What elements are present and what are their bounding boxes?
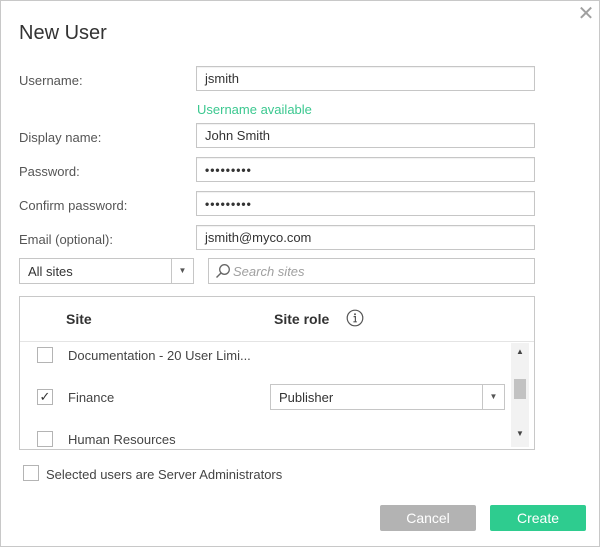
create-button[interactable]: Create bbox=[490, 505, 586, 531]
site-name: Documentation - 20 User Limi... bbox=[68, 348, 251, 363]
site-row[interactable]: Human Resources bbox=[20, 425, 510, 453]
username-label: Username: bbox=[19, 73, 83, 88]
site-role-value: Publisher bbox=[279, 390, 334, 405]
close-icon[interactable]: ✕ bbox=[577, 4, 595, 24]
sites-table-header: Site Site role bbox=[20, 297, 534, 342]
site-row[interactable]: ✓ Finance Publisher ▼ bbox=[20, 383, 510, 411]
scroll-down-icon[interactable]: ▼ bbox=[511, 427, 529, 441]
cancel-button[interactable]: Cancel bbox=[380, 505, 476, 531]
password-field[interactable]: ••••••••• bbox=[196, 157, 535, 182]
column-site: Site bbox=[66, 311, 92, 327]
scroll-up-icon[interactable]: ▲ bbox=[511, 345, 529, 359]
confirm-password-field[interactable]: ••••••••• bbox=[196, 191, 535, 216]
confirm-password-label: Confirm password: bbox=[19, 198, 128, 213]
email-label: Email (optional): bbox=[19, 232, 113, 247]
site-name: Human Resources bbox=[68, 432, 176, 447]
new-user-dialog: ✕ New User Username: jsmith Username ava… bbox=[0, 0, 600, 547]
site-role-select[interactable]: Publisher ▼ bbox=[270, 384, 505, 410]
chevron-down-icon[interactable]: ▼ bbox=[482, 385, 504, 409]
sites-filter-select[interactable]: All sites ▼ bbox=[19, 258, 194, 284]
sites-table: Site Site role Documentation - 20 User L… bbox=[19, 296, 535, 450]
chevron-down-icon[interactable]: ▼ bbox=[171, 259, 193, 283]
password-label: Password: bbox=[19, 164, 80, 179]
scrollbar-thumb[interactable] bbox=[514, 379, 526, 399]
server-admin-label: Selected users are Server Administrators bbox=[46, 467, 283, 482]
username-field[interactable]: jsmith bbox=[196, 66, 535, 91]
site-checkbox[interactable]: ✓ bbox=[37, 389, 53, 405]
dialog-title: New User bbox=[19, 22, 107, 44]
search-icon bbox=[216, 264, 230, 278]
info-icon[interactable] bbox=[346, 309, 364, 327]
site-row[interactable]: Documentation - 20 User Limi... bbox=[20, 341, 510, 369]
search-sites[interactable] bbox=[208, 258, 535, 284]
site-checkbox[interactable] bbox=[37, 347, 53, 363]
display-name-label: Display name: bbox=[19, 130, 102, 145]
search-sites-input[interactable] bbox=[233, 263, 523, 279]
sites-scrollbar[interactable]: ▲ ▼ bbox=[511, 343, 529, 447]
display-name-field[interactable]: John Smith bbox=[196, 123, 535, 148]
site-name: Finance bbox=[68, 390, 115, 405]
sites-filter-value: All sites bbox=[28, 264, 73, 279]
site-checkbox[interactable] bbox=[37, 431, 53, 447]
email-field[interactable]: jsmith@myco.com bbox=[196, 225, 535, 250]
username-status: Username available bbox=[197, 102, 312, 117]
column-site-role: Site role bbox=[274, 311, 330, 327]
server-admin-checkbox[interactable] bbox=[23, 465, 39, 481]
